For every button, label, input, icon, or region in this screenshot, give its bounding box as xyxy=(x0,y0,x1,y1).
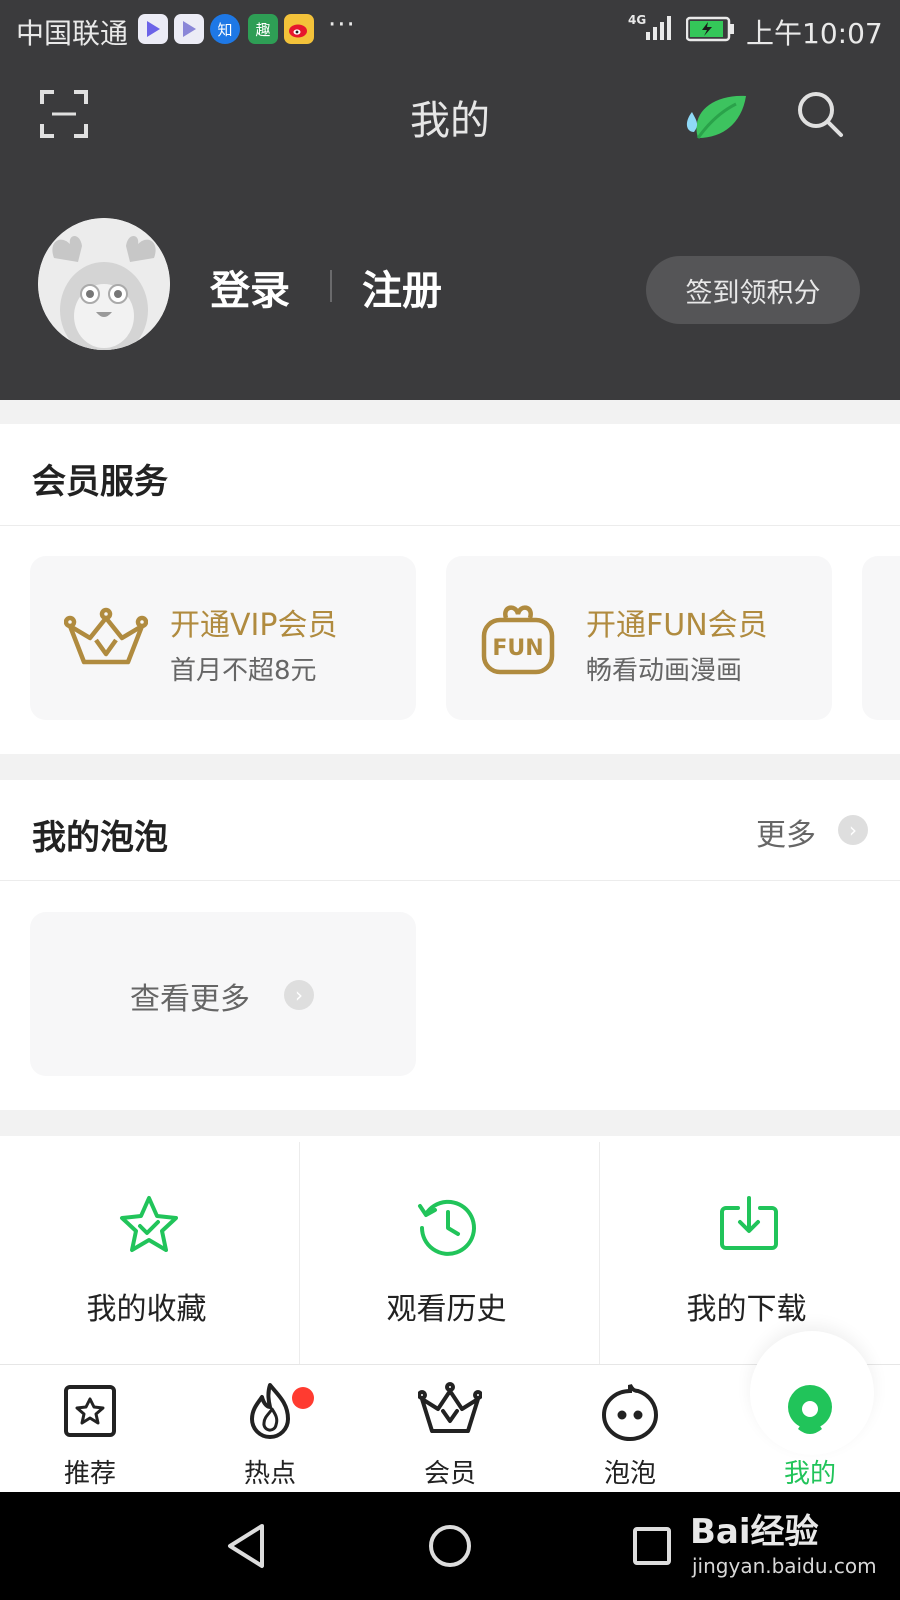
clock: 上午10:07 xyxy=(746,17,883,50)
qu-app-icon: 趣 xyxy=(248,14,278,44)
favorites-label: 我的收藏 xyxy=(86,1292,207,1327)
download-icon xyxy=(718,1194,780,1258)
tab-member-label: 会员 xyxy=(423,1459,476,1489)
checkin-button[interactable]: 签到领积分 xyxy=(646,256,860,324)
vip-card-subtitle: 首月不超8元 xyxy=(170,656,317,686)
history-label: 观看历史 xyxy=(386,1292,507,1327)
zhihu-icon: 知 xyxy=(210,14,240,44)
weibo-icon xyxy=(284,14,314,44)
vip-card-title: 开通VIP会员 xyxy=(170,608,338,643)
membership-section: 会员服务 开通VIP会员 首月不超8元 FUN 开通FUN会员 畅看动画漫画 xyxy=(0,424,900,754)
fun-card-subtitle: 畅看动画漫画 xyxy=(586,656,743,686)
register-link[interactable]: 注册 xyxy=(362,258,442,316)
bubbles-title: 我的泡泡 xyxy=(32,818,168,858)
divider xyxy=(0,525,900,526)
status-bar: 中国联通 知 趣 ··· 4G 上午10:07 xyxy=(0,0,900,62)
bubble-face-icon xyxy=(598,1379,662,1443)
history-button[interactable]: 观看历史 xyxy=(300,1142,593,1364)
bottom-tab-bar: 推荐 热点 会员 泡泡 我的 xyxy=(0,1331,900,1493)
search-icon[interactable] xyxy=(796,90,844,142)
bubbles-section: 我的泡泡 更多 › 查看更多 › xyxy=(0,780,900,1110)
downloads-button[interactable]: 我的下载 xyxy=(600,1142,893,1364)
tab-hot[interactable]: 热点 xyxy=(180,1365,360,1493)
tab-bubble-label: 泡泡 xyxy=(603,1459,656,1489)
battery-icon xyxy=(685,16,736,46)
home-icon[interactable] xyxy=(428,1524,472,1572)
fun-bag-icon: FUN xyxy=(480,600,556,680)
carrier-label: 中国联通 xyxy=(16,17,129,50)
login-link[interactable]: 登录 xyxy=(210,258,290,316)
recommend-icon xyxy=(58,1379,122,1443)
view-more-label: 查看更多 xyxy=(130,982,250,1017)
history-icon xyxy=(416,1194,480,1262)
vip-crown-icon xyxy=(63,606,149,674)
divider xyxy=(0,880,900,881)
member-crown-icon xyxy=(417,1379,483,1443)
watermark-url: jingyan.baidu.com xyxy=(692,1554,877,1578)
chevron-right-icon: › xyxy=(284,980,314,1010)
signal-icon xyxy=(644,14,674,46)
favorites-button[interactable]: 我的收藏 xyxy=(0,1142,293,1364)
svg-text:FUN: FUN xyxy=(492,636,543,661)
membership-title: 会员服务 xyxy=(32,462,168,502)
hot-icon xyxy=(238,1379,302,1443)
star-icon xyxy=(118,1194,180,1260)
tab-profile-label: 我的 xyxy=(783,1459,836,1489)
fun-card[interactable]: FUN 开通FUN会员 畅看动画漫画 xyxy=(446,556,832,720)
page-title: 我的 xyxy=(410,98,490,144)
back-icon[interactable] xyxy=(224,1522,268,1574)
tab-recommend[interactable]: 推荐 xyxy=(0,1365,180,1493)
video-app-icon-2 xyxy=(174,14,204,44)
fun-card-title: 开通FUN会员 xyxy=(586,608,768,643)
leaf-icon[interactable] xyxy=(680,88,750,148)
next-card-peek[interactable] xyxy=(862,556,900,720)
auth-divider xyxy=(330,270,332,302)
tab-recommend-label: 推荐 xyxy=(63,1459,116,1489)
tab-profile[interactable]: 我的 xyxy=(720,1331,900,1493)
chevron-right-icon[interactable]: › xyxy=(838,815,868,845)
tab-member[interactable]: 会员 xyxy=(360,1365,540,1493)
vip-card[interactable]: 开通VIP会员 首月不超8元 xyxy=(30,556,416,720)
watermark-logo: Bai经验 xyxy=(690,1512,819,1552)
tab-bubble[interactable]: 泡泡 xyxy=(540,1365,720,1493)
profile-header: 中国联通 知 趣 ··· 4G 上午10:07 我的 登录 注册 签到领积分 xyxy=(0,0,900,400)
more-notifications-icon: ··· xyxy=(328,10,356,40)
recents-icon[interactable] xyxy=(632,1526,672,1570)
system-nav-bar: Bai经验 jingyan.baidu.com xyxy=(0,1492,900,1600)
avatar[interactable] xyxy=(38,218,170,350)
tab-hot-label: 热点 xyxy=(243,1459,296,1489)
downloads-label: 我的下载 xyxy=(686,1292,807,1327)
profile-icon xyxy=(778,1379,842,1443)
notification-badge xyxy=(292,1387,314,1409)
view-more-card[interactable]: 查看更多 › xyxy=(30,912,416,1076)
video-app-icon xyxy=(138,14,168,44)
bubbles-more-link[interactable]: 更多 xyxy=(756,810,816,854)
